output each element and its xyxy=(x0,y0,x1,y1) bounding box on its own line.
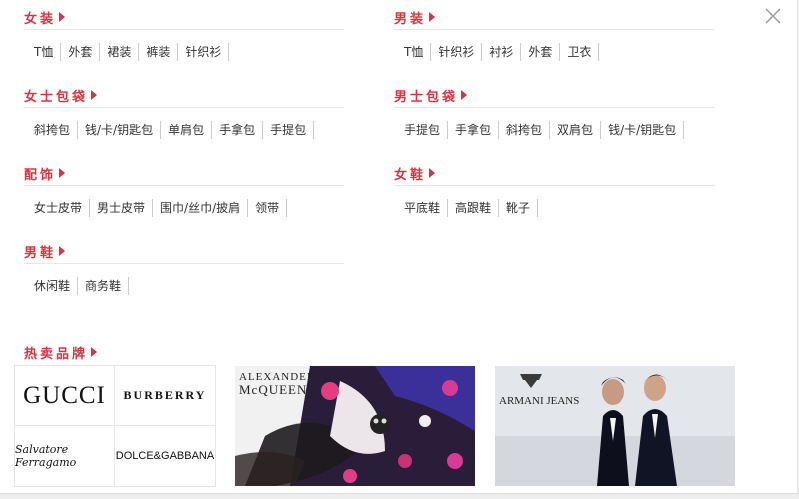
category-men-bags: 男士包袋 手提包 手拿包 斜挎包 双肩包 钱/卡/钥匙包 xyxy=(394,86,714,141)
brand-logo-gucci[interactable]: GUCCI xyxy=(15,366,115,426)
brand-logo-burberry[interactable]: BURBERRY xyxy=(115,366,215,426)
caret-right-icon xyxy=(59,12,66,22)
category-link[interactable]: 平底鞋 xyxy=(397,199,449,217)
category-links: 平底鞋 高跟鞋 靴子 xyxy=(394,199,714,219)
category-header: 女装 xyxy=(24,8,344,30)
caret-right-icon xyxy=(461,90,468,100)
category-link[interactable]: 手提包 xyxy=(263,121,315,139)
category-link[interactable]: 商务鞋 xyxy=(78,277,130,295)
category-link[interactable]: 斜挎包 xyxy=(27,121,79,139)
brand-logo-text: DOLCE&GABBANA xyxy=(115,450,215,462)
category-title[interactable]: 男装 xyxy=(394,13,426,27)
category-link[interactable]: 高跟鞋 xyxy=(448,199,500,217)
category-link[interactable]: 手提包 xyxy=(397,121,449,139)
category-link[interactable]: 外套 xyxy=(521,43,561,61)
category-women-clothing: 女装 T恤 外套 裙装 裤装 针织衫 xyxy=(24,8,344,63)
category-links: 手提包 手拿包 斜挎包 双肩包 钱/卡/钥匙包 xyxy=(394,121,714,141)
armani-models-image: ARMANI JEANS xyxy=(495,366,735,486)
caret-right-icon xyxy=(91,90,98,100)
category-link[interactable]: 女士皮带 xyxy=(27,199,91,217)
category-link[interactable]: 斜挎包 xyxy=(499,121,551,139)
close-icon[interactable] xyxy=(763,6,783,26)
category-men-shoes: 男鞋 休闲鞋 商务鞋 xyxy=(24,242,344,297)
category-link[interactable]: 领带 xyxy=(248,199,288,217)
caret-right-icon xyxy=(59,168,66,178)
banner-brand-label: ARMANI JEANS xyxy=(499,395,579,407)
category-link[interactable]: 衬衫 xyxy=(482,43,522,61)
category-women-bags: 女士包袋 斜挎包 钱/卡/钥匙包 单肩包 手拿包 手提包 xyxy=(24,86,344,141)
category-link[interactable]: 围巾/丝巾/披肩 xyxy=(153,199,249,217)
category-link[interactable]: T恤 xyxy=(397,43,432,61)
category-header: 男士包袋 xyxy=(394,86,714,108)
brand-logo-text: Salvatore Ferragamo xyxy=(15,443,77,469)
category-title[interactable]: 女士包袋 xyxy=(24,91,88,105)
category-men-clothing: 男装 T恤 针织衫 衬衫 外套 卫衣 xyxy=(394,8,714,63)
category-link[interactable]: 休闲鞋 xyxy=(27,277,79,295)
category-link[interactable]: 单肩包 xyxy=(161,121,213,139)
category-link[interactable]: 手拿包 xyxy=(212,121,264,139)
category-link[interactable]: 靴子 xyxy=(499,199,539,217)
category-link[interactable]: 钱/卡/钥匙包 xyxy=(601,121,685,139)
category-title[interactable]: 女装 xyxy=(24,13,56,27)
category-links: 女士皮带 男士皮带 围巾/丝巾/披肩 领带 xyxy=(24,199,344,219)
category-header: 配饰 xyxy=(24,164,344,186)
category-link[interactable]: 裤装 xyxy=(139,43,179,61)
hot-brands-header: 热卖品牌 xyxy=(24,343,98,362)
category-link[interactable]: 双肩包 xyxy=(550,121,602,139)
category-link[interactable]: 裙装 xyxy=(100,43,140,61)
banner-brand-line2: McQUEEN xyxy=(239,382,307,397)
caret-right-icon xyxy=(429,168,436,178)
hot-brands-title: 热卖品牌 xyxy=(24,347,89,362)
category-links: T恤 外套 裙装 裤装 针织衫 xyxy=(24,43,344,63)
caret-right-icon xyxy=(59,246,66,256)
category-header: 女鞋 xyxy=(394,164,714,186)
category-header: 女士包袋 xyxy=(24,86,344,108)
category-link[interactable]: T恤 xyxy=(27,43,62,61)
category-links: 休闲鞋 商务鞋 xyxy=(24,277,344,297)
category-title[interactable]: 配饰 xyxy=(24,169,56,183)
category-link[interactable]: 外套 xyxy=(61,43,101,61)
category-link[interactable]: 针织衫 xyxy=(431,43,483,61)
category-link[interactable]: 男士皮带 xyxy=(90,199,154,217)
category-title[interactable]: 男士包袋 xyxy=(394,91,458,105)
caret-right-icon xyxy=(429,12,436,22)
category-title[interactable]: 女鞋 xyxy=(394,169,426,183)
category-header: 男装 xyxy=(394,8,714,30)
category-link[interactable]: 钱/卡/钥匙包 xyxy=(78,121,162,139)
panel-bottom-border xyxy=(0,493,799,499)
brand-logo-text: GUCCI xyxy=(23,381,106,409)
caret-right-icon xyxy=(91,347,98,357)
brand-logo-ferragamo[interactable]: Salvatore Ferragamo xyxy=(15,426,115,486)
category-link[interactable]: 针织衫 xyxy=(178,43,230,61)
brand-logo-grid: GUCCI BURBERRY Salvatore Ferragamo DOLCE… xyxy=(14,365,216,487)
category-women-shoes: 女鞋 平底鞋 高跟鞋 靴子 xyxy=(394,164,714,219)
brand-logo-text: BURBERRY xyxy=(123,388,207,402)
category-links: 斜挎包 钱/卡/钥匙包 单肩包 手拿包 手提包 xyxy=(24,121,344,141)
category-link[interactable]: 手拿包 xyxy=(448,121,500,139)
banner-alexander-mcqueen[interactable]: ALEXANDER McQUEEN xyxy=(235,366,475,486)
category-accessories: 配饰 女士皮带 男士皮带 围巾/丝巾/披肩 领带 xyxy=(24,164,344,219)
mcqueen-scarf-image: ALEXANDER McQUEEN xyxy=(235,366,475,486)
brand-logo-dolce-gabbana[interactable]: DOLCE&GABBANA xyxy=(115,426,215,486)
category-link[interactable]: 卫衣 xyxy=(560,43,600,61)
category-header: 男鞋 xyxy=(24,242,344,264)
category-links: T恤 针织衫 衬衫 外套 卫衣 xyxy=(394,43,714,63)
banner-armani-jeans[interactable]: ARMANI JEANS xyxy=(495,366,735,486)
category-title[interactable]: 男鞋 xyxy=(24,247,56,261)
